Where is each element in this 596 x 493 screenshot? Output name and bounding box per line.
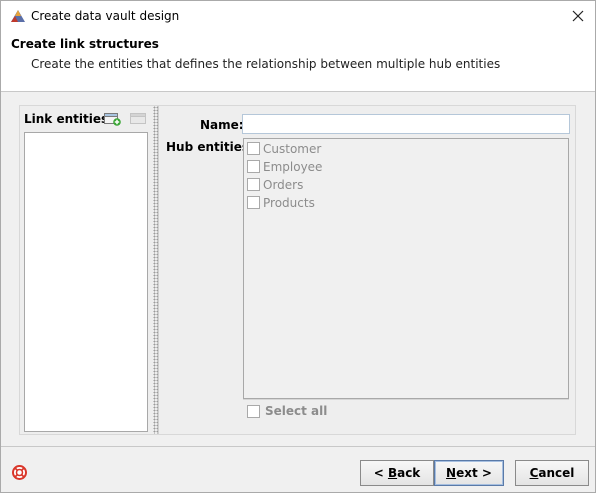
link-entities-list[interactable] [24, 132, 148, 432]
close-button[interactable] [567, 6, 589, 26]
hub-item-label: Employee [263, 159, 323, 174]
header-title: Create link structures [11, 37, 159, 51]
window-title: Create data vault design [31, 9, 180, 23]
hub-item-label: Customer [263, 141, 322, 156]
back-prefix: < [373, 466, 388, 480]
title-bar: Create data vault design [1, 1, 595, 32]
back-mnemonic: B [387, 466, 398, 480]
link-entities-label: Link entities: [24, 112, 113, 126]
dialog-window: Create data vault design Create link str… [0, 0, 596, 493]
checkbox[interactable] [247, 142, 260, 155]
select-all-checkbox[interactable]: Select all [247, 404, 327, 418]
cancel-button[interactable]: Cancel [515, 460, 589, 486]
footer-divider [1, 446, 595, 447]
hub-entities-label: Hub entities: [166, 140, 254, 154]
remove-entity-icon[interactable] [130, 112, 148, 126]
hub-item-label: Products [263, 195, 315, 210]
name-label: Name: [200, 118, 244, 132]
checkbox[interactable] [247, 160, 260, 173]
hub-item-employee[interactable]: Employee [247, 158, 322, 175]
hub-item-orders[interactable]: Orders [247, 176, 303, 193]
header-subtitle: Create the entities that defines the rel… [31, 57, 501, 71]
checkbox[interactable] [247, 404, 260, 418]
checkbox[interactable] [247, 178, 260, 191]
add-entity-icon[interactable] [104, 112, 122, 126]
hub-item-label: Orders [263, 177, 304, 192]
content-panel: Link entities: Name: Hub entities: Custo… [19, 105, 576, 435]
select-all-label: Select all [265, 404, 328, 418]
name-field[interactable] [242, 114, 570, 134]
app-icon [11, 10, 25, 22]
back-button[interactable]: < Back [360, 460, 434, 486]
next-mnemonic: N [446, 466, 457, 480]
next-rest: ext > [456, 466, 492, 480]
next-button[interactable]: Next > [434, 460, 504, 486]
hub-entities-list: Customer Employee Orders Products [243, 138, 569, 399]
back-rest: ack [397, 466, 421, 480]
wizard-header: Create link structures Create the entiti… [1, 32, 595, 92]
help-icon[interactable] [12, 465, 27, 480]
close-icon [572, 10, 584, 22]
link-entities-panel: Link entities: [20, 106, 153, 434]
hub-item-customer[interactable]: Customer [247, 140, 321, 157]
cancel-rest: ancel [538, 466, 575, 480]
hub-item-products[interactable]: Products [247, 194, 315, 211]
link-detail-panel: Name: Hub entities: Customer Employee Or… [158, 106, 575, 434]
checkbox[interactable] [247, 196, 260, 209]
cancel-mnemonic: C [529, 466, 539, 480]
